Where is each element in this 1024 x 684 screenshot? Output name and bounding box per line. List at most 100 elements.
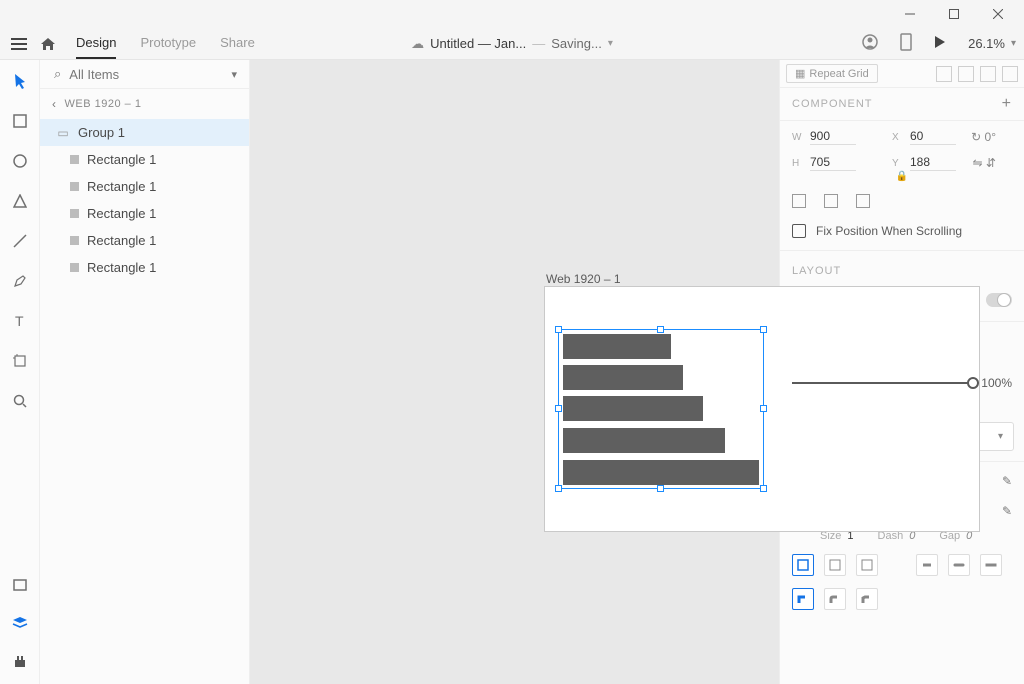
folder-icon: ▭ — [56, 126, 70, 140]
rectangle-icon — [70, 155, 79, 164]
join-miter[interactable] — [792, 588, 814, 610]
resize-handle[interactable] — [555, 326, 562, 333]
opacity-value: 100% — [981, 376, 1012, 390]
boolean-exclude[interactable] — [1002, 66, 1018, 82]
fix-scroll-label: Fix Position When Scrolling — [816, 224, 962, 238]
resize-handle[interactable] — [555, 405, 562, 412]
resize-handle[interactable] — [760, 326, 767, 333]
document-title[interactable]: ☁ Untitled — Jan... — Saving... ▾ — [411, 36, 613, 52]
minimize-button[interactable] — [888, 0, 932, 28]
join-round[interactable] — [824, 588, 846, 610]
layers-icon[interactable] — [0, 612, 40, 634]
maximize-button[interactable] — [932, 0, 976, 28]
cap-projecting[interactable] — [980, 554, 1002, 576]
device-preview-icon[interactable] — [900, 33, 912, 54]
align-right-icon[interactable] — [856, 194, 870, 208]
boolean-intersect[interactable] — [980, 66, 996, 82]
shape-rectangle[interactable] — [563, 365, 683, 390]
zoom-dropdown[interactable]: 26.1%▾ — [968, 36, 1016, 51]
play-icon[interactable] — [934, 35, 946, 52]
resize-handle[interactable] — [657, 485, 664, 492]
hamburger-icon[interactable] — [6, 38, 32, 50]
grid-icon: ▦ — [795, 67, 805, 80]
component-section: COMPONENT + — [780, 88, 1024, 116]
y-input[interactable]: 188 — [910, 155, 956, 171]
align-center-icon[interactable] — [824, 194, 838, 208]
chevron-down-icon: ▾ — [1011, 38, 1016, 49]
artboard-label[interactable]: Web 1920 – 1 — [546, 272, 621, 286]
height-input[interactable]: 705 — [810, 155, 856, 171]
shape-rectangle[interactable] — [563, 428, 725, 453]
resize-handle[interactable] — [760, 485, 767, 492]
eyedropper-icon[interactable]: ✎ — [1002, 504, 1012, 518]
canvas[interactable]: Web 1920 – 1 — [250, 60, 779, 684]
layer-filter[interactable]: ⌕All Items ▾ — [40, 60, 249, 89]
chevron-down-icon: ▾ — [231, 68, 237, 81]
fix-scroll-checkbox[interactable] — [792, 224, 806, 238]
shape-rectangle[interactable] — [563, 334, 671, 359]
tool-column: T — [0, 60, 40, 684]
stroke-align-inner[interactable] — [792, 554, 814, 576]
responsive-toggle[interactable] — [986, 293, 1012, 307]
layer-item[interactable]: Rectangle 1 — [40, 146, 249, 173]
profile-icon[interactable] — [862, 34, 878, 53]
layer-group[interactable]: ▭ Group 1 — [40, 119, 249, 146]
lock-aspect-icon[interactable]: 🔒 — [896, 171, 908, 182]
stroke-align-outer[interactable] — [856, 554, 878, 576]
join-bevel[interactable] — [856, 588, 878, 610]
shape-rectangle[interactable] — [563, 460, 759, 485]
polygon-tool[interactable] — [0, 190, 40, 212]
cloud-icon: ☁ — [411, 36, 424, 52]
selection-bounds[interactable] — [558, 329, 764, 489]
ellipse-tool[interactable] — [0, 150, 40, 172]
tab-prototype[interactable]: Prototype — [140, 28, 196, 59]
rotate-icon[interactable]: ↻ 0° — [962, 130, 996, 144]
rectangle-icon — [70, 236, 79, 245]
width-input[interactable]: 900 — [810, 129, 856, 145]
repeat-grid-button[interactable]: ▦Repeat Grid — [786, 64, 878, 83]
cap-butt[interactable] — [916, 554, 938, 576]
rectangle-tool[interactable] — [0, 110, 40, 132]
transform-section: W 900 X 60 ↻ 0° H 705 Y 188 ⇋ ⇵ — [780, 125, 1024, 175]
assets-icon[interactable] — [0, 574, 40, 596]
plugins-icon[interactable] — [0, 650, 40, 672]
app-bar: Design Prototype Share ☁ Untitled — Jan.… — [0, 28, 1024, 60]
close-button[interactable] — [976, 0, 1020, 28]
align-left-icon[interactable] — [792, 194, 806, 208]
artboard-tool[interactable] — [0, 350, 40, 372]
select-tool[interactable] — [0, 70, 40, 92]
resize-handle[interactable] — [555, 485, 562, 492]
chevron-down-icon: ▾ — [608, 38, 613, 49]
text-tool[interactable]: T — [0, 310, 40, 332]
eyedropper-icon[interactable]: ✎ — [1002, 474, 1012, 488]
tab-design[interactable]: Design — [76, 28, 116, 59]
boolean-ops — [936, 66, 1018, 82]
window-titlebar — [0, 0, 1024, 28]
boolean-subtract[interactable] — [958, 66, 974, 82]
resize-handle[interactable] — [657, 326, 664, 333]
layer-item[interactable]: Rectangle 1 — [40, 200, 249, 227]
svg-text:T: T — [15, 314, 24, 328]
opacity-slider[interactable] — [792, 382, 973, 384]
boolean-add[interactable] — [936, 66, 952, 82]
cap-round[interactable] — [948, 554, 970, 576]
layer-item[interactable]: Rectangle 1 — [40, 227, 249, 254]
flip-icons[interactable]: ⇋ ⇵ — [962, 156, 996, 170]
line-tool[interactable] — [0, 230, 40, 252]
layer-item[interactable]: Rectangle 1 — [40, 173, 249, 200]
layout-section: LAYOUT — [780, 255, 1024, 283]
resize-handle[interactable] — [760, 405, 767, 412]
tab-share[interactable]: Share — [220, 28, 255, 59]
stroke-align-center[interactable] — [824, 554, 846, 576]
doc-status: Saving... — [551, 36, 602, 51]
chevron-left-icon: ‹ — [52, 97, 57, 111]
search-icon: ⌕ — [54, 66, 61, 82]
shape-rectangle[interactable] — [563, 396, 703, 421]
x-input[interactable]: 60 — [910, 129, 956, 145]
breadcrumb[interactable]: ‹ WEB 1920 – 1 — [40, 89, 249, 119]
layer-item[interactable]: Rectangle 1 — [40, 254, 249, 281]
zoom-tool[interactable] — [0, 390, 40, 412]
pen-tool[interactable] — [0, 270, 40, 292]
add-component-icon[interactable]: + — [1002, 98, 1012, 110]
home-icon[interactable] — [32, 37, 64, 51]
